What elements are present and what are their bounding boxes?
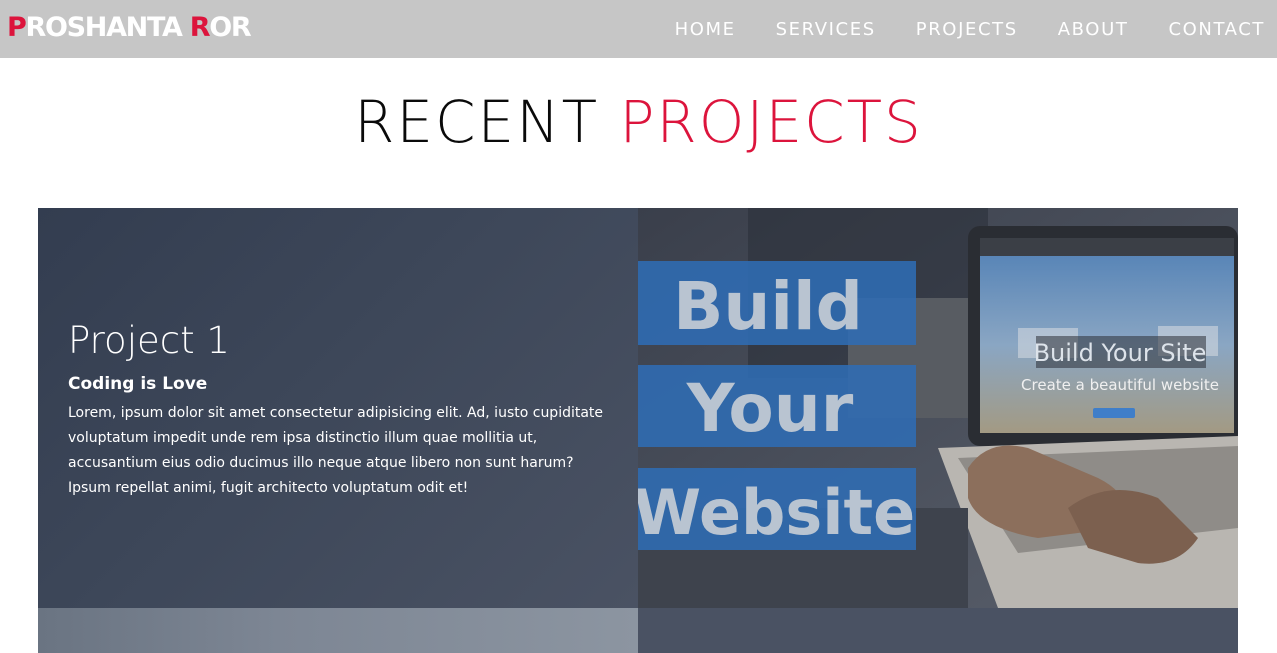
- screen-subline: Create a beautiful website: [1021, 376, 1219, 394]
- section-title-part2: PROJECTS: [619, 88, 923, 156]
- nav-link-about[interactable]: ABOUT: [1058, 19, 1129, 40]
- nav-link-services[interactable]: SERVICES: [776, 19, 876, 40]
- brand-initial-last: R: [189, 12, 211, 43]
- brand-last-rest: OR: [209, 12, 251, 43]
- navbar: PROSHANTA ROR HOME SERVICES PROJECTS ABO…: [0, 0, 1277, 58]
- brand-initial-first: P: [7, 12, 27, 43]
- project-description: Lorem, ipsum dolor sit amet consectetur …: [68, 405, 604, 496]
- brand-logo[interactable]: PROSHANTA ROR: [7, 11, 252, 45]
- project-card-text: Project 1 Coding is Love Lorem, ipsum do…: [38, 208, 638, 608]
- banner-text-line3: Website: [638, 476, 915, 549]
- project-subtitle: Coding is Love: [68, 374, 208, 394]
- project-image[interactable]: Build Your Website Build Your Site Creat…: [638, 208, 1238, 608]
- nav-link-home[interactable]: HOME: [675, 19, 736, 40]
- brand-first-rest: ROSHANTA: [25, 12, 190, 43]
- section-title-part1: RECENT: [354, 88, 620, 156]
- section-title: RECENT PROJECTS: [0, 86, 1277, 158]
- screen-headline: Build Your Site: [1034, 339, 1207, 367]
- banner-text-line1: Build: [673, 268, 863, 345]
- nav-menu: HOME SERVICES PROJECTS ABOUT CONTACT: [635, 0, 1265, 58]
- nav-link-projects[interactable]: PROJECTS: [916, 19, 1018, 40]
- nav-link-contact[interactable]: CONTACT: [1168, 19, 1265, 40]
- banner-text-line2: Your: [686, 370, 854, 447]
- project-title: Project 1: [68, 319, 230, 362]
- projects-grid: Project 1 Coding is Love Lorem, ipsum do…: [38, 208, 1238, 653]
- project-image-illustration: Build Your Website Build Your Site Creat…: [638, 208, 1238, 608]
- project-card-2-image[interactable]: [38, 608, 638, 653]
- project-card-2-text: [638, 608, 1238, 653]
